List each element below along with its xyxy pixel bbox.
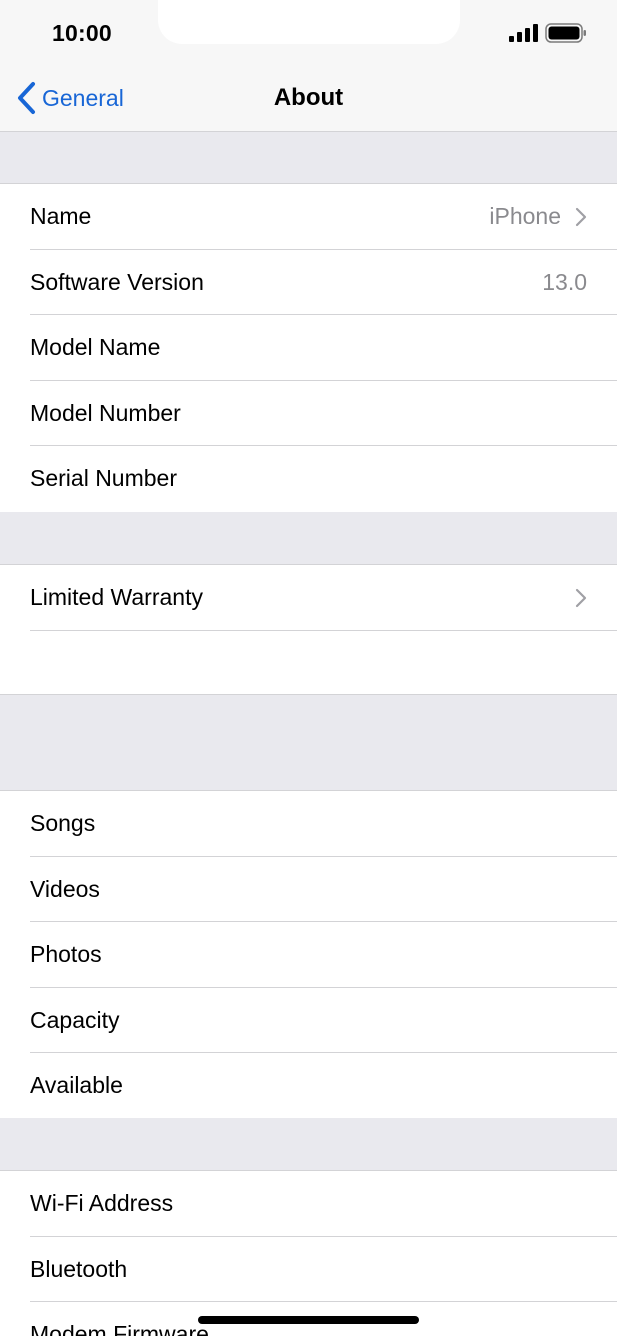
row-value: 13.0 [542,268,587,295]
section-separator [0,512,617,564]
row-label: Serial Number [30,465,177,492]
section-separator [0,694,617,790]
row-name[interactable]: Name iPhone [0,184,617,250]
row-available: Available [0,1053,617,1119]
row-label: Available [30,1072,123,1099]
chevron-right-icon [575,207,587,226]
row-label: Model Name [30,334,161,361]
row-label: Software Version [30,268,204,295]
row-empty [0,631,617,697]
row-model-name: Model Name [0,315,617,381]
notch [158,0,460,44]
row-software-version: Software Version 13.0 [0,250,617,316]
row-songs: Songs [0,791,617,857]
chevron-right-icon [575,588,587,607]
row-label: Songs [30,810,96,837]
row-serial-number: Serial Number [0,446,617,512]
row-limited-warranty[interactable]: Limited Warranty [0,565,617,631]
status-bar: 10:00 [0,0,617,66]
status-time: 10:00 [52,20,112,46]
row-label: Limited Warranty [30,584,203,611]
row-value: iPhone [489,203,561,230]
row-label: Photos [30,941,102,968]
row-bluetooth: Bluetooth [0,1237,617,1303]
cellular-signal-icon [509,24,538,42]
page-title: About [273,84,344,111]
battery-icon [545,23,586,43]
media-stats-group: Songs Videos Photos Capacity Available [0,790,617,1120]
row-photos: Photos [0,922,617,988]
row-capacity: Capacity [0,988,617,1054]
warranty-group: Limited Warranty [0,564,617,696]
row-label: Bluetooth [30,1255,128,1282]
home-indicator[interactable] [198,1316,419,1324]
network-info-group: Wi-Fi Address Bluetooth Modem Firmware [0,1170,617,1336]
row-label: Name [30,203,92,230]
about-screen: 10:00 General About Name iPhone Software… [0,0,617,1336]
row-wifi-address: Wi-Fi Address [0,1171,617,1237]
navigation-bar: General About [0,66,617,132]
row-model-number: Model Number [0,381,617,447]
row-videos: Videos [0,857,617,923]
row-label: Capacity [30,1006,120,1033]
section-separator [0,1118,617,1170]
row-label: Videos [30,875,100,902]
row-label: Model Number [30,399,181,426]
section-separator [0,132,617,183]
device-info-group: Name iPhone Software Version 13.0 Model … [0,183,617,513]
row-label: Wi-Fi Address [30,1190,174,1217]
